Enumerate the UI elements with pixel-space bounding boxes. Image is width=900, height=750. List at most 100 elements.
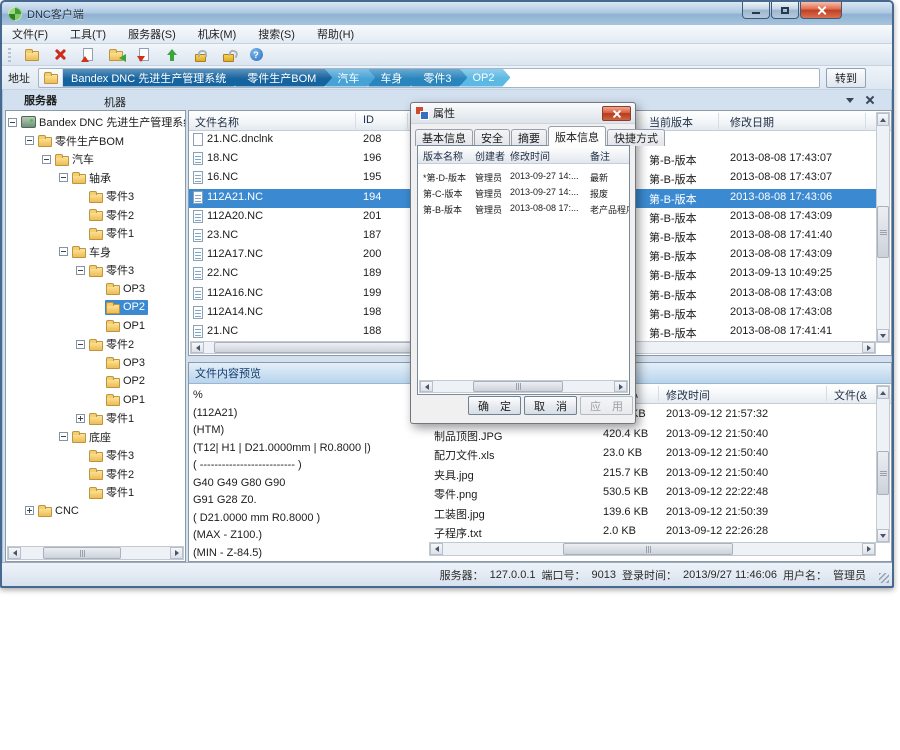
tree-item[interactable]: 零件2 — [6, 206, 137, 224]
breadcrumb-item[interactable]: 零件3 — [411, 69, 467, 87]
tree-item[interactable]: 车身 — [6, 243, 114, 261]
tab-machine[interactable]: 机器 — [90, 93, 140, 110]
tree-item[interactable]: 底座 — [6, 428, 114, 446]
scroll-left-button[interactable] — [430, 543, 443, 555]
scroll-left-button[interactable] — [8, 547, 21, 559]
column-file-name[interactable]: 文件名称 — [195, 114, 239, 130]
menu-machine[interactable]: 机床(M) — [198, 26, 237, 42]
scroll-right-button[interactable] — [862, 342, 875, 353]
scroll-right-button[interactable] — [862, 543, 875, 555]
tree-item[interactable]: OP2 — [6, 372, 148, 390]
tree-node[interactable]: 零件3 — [88, 187, 137, 205]
panel-close-button[interactable] — [864, 94, 876, 106]
tree-item[interactable]: OP2 — [6, 298, 148, 316]
collapse-icon[interactable] — [59, 432, 68, 441]
collapse-icon[interactable] — [76, 266, 85, 275]
tree-node[interactable]: 零件生产BOM — [37, 132, 127, 150]
scroll-left-button[interactable] — [420, 381, 433, 392]
tree-node[interactable]: 零件1 — [88, 409, 137, 427]
tree-item[interactable]: 零件3 — [6, 261, 137, 279]
minimize-button[interactable] — [742, 2, 770, 19]
expand-icon[interactable] — [25, 506, 34, 515]
column-version-name[interactable]: 版本名称 — [423, 148, 463, 163]
column-modify-date[interactable]: 修改日期 — [730, 114, 774, 130]
tree-node[interactable]: 零件1 — [88, 483, 137, 501]
cancel-button[interactable]: 取 消 — [524, 396, 577, 415]
menu-file[interactable]: 文件(F) — [12, 26, 48, 42]
tree-item[interactable]: OP1 — [6, 391, 148, 409]
tree-node[interactable]: 零件3 — [88, 446, 137, 464]
scroll-track[interactable] — [877, 126, 889, 329]
tree-item[interactable]: CNC — [6, 502, 82, 520]
table-row[interactable]: 夹具.jpg215.7 KB2013-09-12 21:50:40 — [428, 465, 877, 484]
breadcrumb-item[interactable]: 汽车 — [325, 69, 375, 87]
tree-item[interactable]: Bandex DNC 先进生产管理系统 — [6, 113, 186, 131]
tree-node[interactable]: 零件3 — [88, 261, 137, 279]
table-row[interactable]: 配刀文件.xls23.0 KB2013-09-12 21:50:40 — [428, 445, 877, 464]
collapse-icon[interactable] — [25, 136, 34, 145]
tree-item[interactable]: 零件2 — [6, 465, 137, 483]
resize-grip[interactable] — [879, 573, 889, 583]
check-out-file-icon[interactable] — [135, 46, 153, 64]
scroll-left-button[interactable] — [191, 342, 204, 353]
menu-help[interactable]: 帮助(H) — [317, 26, 354, 42]
version-row[interactable]: 第-C-版本管理员2013-09-27 14:...报废 — [418, 185, 629, 201]
file-list-vscrollbar[interactable] — [876, 112, 890, 343]
attachment-hscrollbar[interactable] — [429, 542, 876, 556]
tree-item[interactable]: OP1 — [6, 317, 148, 335]
toolbar-grip[interactable] — [8, 48, 11, 62]
help-icon[interactable]: ? — [247, 46, 265, 64]
tree-item[interactable]: 零件2 — [6, 335, 137, 353]
table-row[interactable]: 制品顶图.JPG420.4 KB2013-09-12 21:50:40 — [428, 426, 877, 445]
menu-tools[interactable]: 工具(T) — [70, 26, 106, 42]
check-in-file-icon[interactable] — [79, 46, 97, 64]
tree-item[interactable]: 汽车 — [6, 150, 97, 168]
scroll-track[interactable] — [21, 547, 170, 559]
tree-node[interactable]: Bandex DNC 先进生产管理系统 — [20, 113, 186, 131]
folder-icon[interactable] — [23, 46, 41, 64]
dialog-tab[interactable]: 基本信息 — [415, 129, 473, 146]
tree-node[interactable]: 零件1 — [88, 224, 137, 242]
column-modify-time[interactable]: 修改时间 — [666, 387, 710, 403]
tree-node[interactable]: OP2 — [105, 374, 148, 389]
breadcrumb-item[interactable]: 零件生产BOM — [235, 69, 332, 87]
attachment-vscrollbar[interactable] — [876, 385, 890, 543]
tab-server[interactable]: 服务器 — [10, 90, 71, 110]
scroll-down-button[interactable] — [877, 329, 889, 342]
tree-item[interactable]: OP3 — [6, 280, 148, 298]
column-modify-time[interactable]: 修改时间 — [510, 148, 550, 163]
scroll-track[interactable] — [877, 399, 889, 529]
tree-node[interactable]: 车身 — [71, 243, 114, 261]
collapse-icon[interactable] — [8, 118, 17, 127]
tree-node[interactable]: OP1 — [105, 318, 148, 333]
version-row[interactable]: *第-D-版本管理员2013-09-27 14:...最新 — [418, 169, 629, 185]
address-folder-icon[interactable] — [39, 69, 63, 87]
table-row[interactable]: 子程序.txt2.0 KB2013-09-12 22:26:28 — [428, 523, 877, 542]
column-id[interactable]: ID — [363, 114, 374, 126]
dialog-hscrollbar[interactable] — [419, 380, 628, 393]
panel-menu-button[interactable] — [844, 94, 856, 106]
tree-node[interactable]: 轴承 — [71, 169, 114, 187]
menu-search[interactable]: 搜索(S) — [258, 26, 295, 42]
scroll-track[interactable] — [433, 381, 614, 392]
maximize-button[interactable] — [771, 2, 799, 19]
column-creator[interactable]: 创建者 — [475, 148, 505, 163]
breadcrumb-item[interactable]: Bandex DNC 先进生产管理系统 — [63, 69, 242, 87]
tree-node[interactable]: OP3 — [105, 355, 148, 370]
go-button[interactable]: 转到 — [826, 68, 866, 88]
scroll-right-button[interactable] — [614, 381, 627, 392]
table-row[interactable]: 零件.png530.5 KB2013-09-12 22:22:48 — [428, 484, 877, 503]
delete-icon[interactable] — [51, 46, 69, 64]
dialog-tab[interactable]: 摘要 — [511, 129, 547, 146]
table-row[interactable]: 工装图.jpg139.6 KB2013-09-12 21:50:39 — [428, 504, 877, 523]
dialog-close-button[interactable] — [602, 106, 631, 121]
dialog-tab[interactable]: 安全 — [474, 129, 510, 146]
menu-server[interactable]: 服务器(S) — [128, 26, 176, 42]
dialog-tab[interactable]: 版本信息 — [548, 126, 606, 146]
scroll-up-button[interactable] — [877, 113, 889, 126]
tree-item[interactable]: 零件1 — [6, 224, 137, 242]
ok-button[interactable]: 确 定 — [468, 396, 521, 415]
tree-node[interactable]: OP3 — [105, 281, 148, 296]
tree-node[interactable]: OP2 — [105, 300, 148, 315]
collapse-icon[interactable] — [59, 173, 68, 182]
